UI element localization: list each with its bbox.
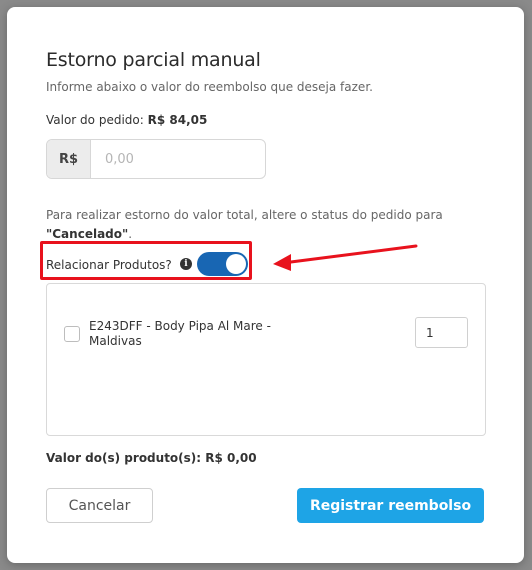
- products-panel: E243DFF - Body Pipa Al Mare - Maldivas: [46, 283, 486, 436]
- notice-suffix: .: [128, 227, 133, 241]
- relate-products-label: Relacionar Produtos?: [46, 258, 172, 272]
- refund-modal: Estorno parcial manual Informe abaixo o …: [7, 7, 524, 563]
- notice-text: Para realizar estorno do valor total, al…: [46, 208, 443, 222]
- order-value-label: Valor do pedido:: [46, 113, 148, 127]
- product-name: E243DFF - Body Pipa Al Mare - Maldivas: [89, 319, 271, 348]
- product-quantity-input[interactable]: [415, 317, 468, 348]
- modal-subtitle: Informe abaixo o valor do reembolso que …: [46, 80, 373, 94]
- refund-amount-group: R$: [46, 139, 266, 179]
- notice-status: "Cancelado": [46, 227, 129, 241]
- total-refund-notice: Para realizar estorno do valor total, al…: [46, 206, 466, 244]
- refund-amount-input[interactable]: [91, 140, 261, 178]
- annotation-arrow-icon: [273, 244, 418, 271]
- order-value-amount: R$ 84,05: [147, 113, 208, 127]
- cancel-button[interactable]: Cancelar: [46, 488, 153, 523]
- product-checkbox[interactable]: [64, 326, 80, 342]
- register-refund-button[interactable]: Registrar reembolso: [297, 488, 484, 523]
- order-value: Valor do pedido: R$ 84,05: [46, 113, 207, 127]
- modal-title: Estorno parcial manual: [46, 49, 261, 71]
- products-total: Valor do(s) produto(s): R$ 0,00: [46, 451, 257, 465]
- toggle-knob: [226, 254, 246, 274]
- currency-prefix: R$: [47, 140, 91, 178]
- info-icon[interactable]: i: [180, 258, 192, 270]
- relate-products-toggle[interactable]: [197, 252, 248, 276]
